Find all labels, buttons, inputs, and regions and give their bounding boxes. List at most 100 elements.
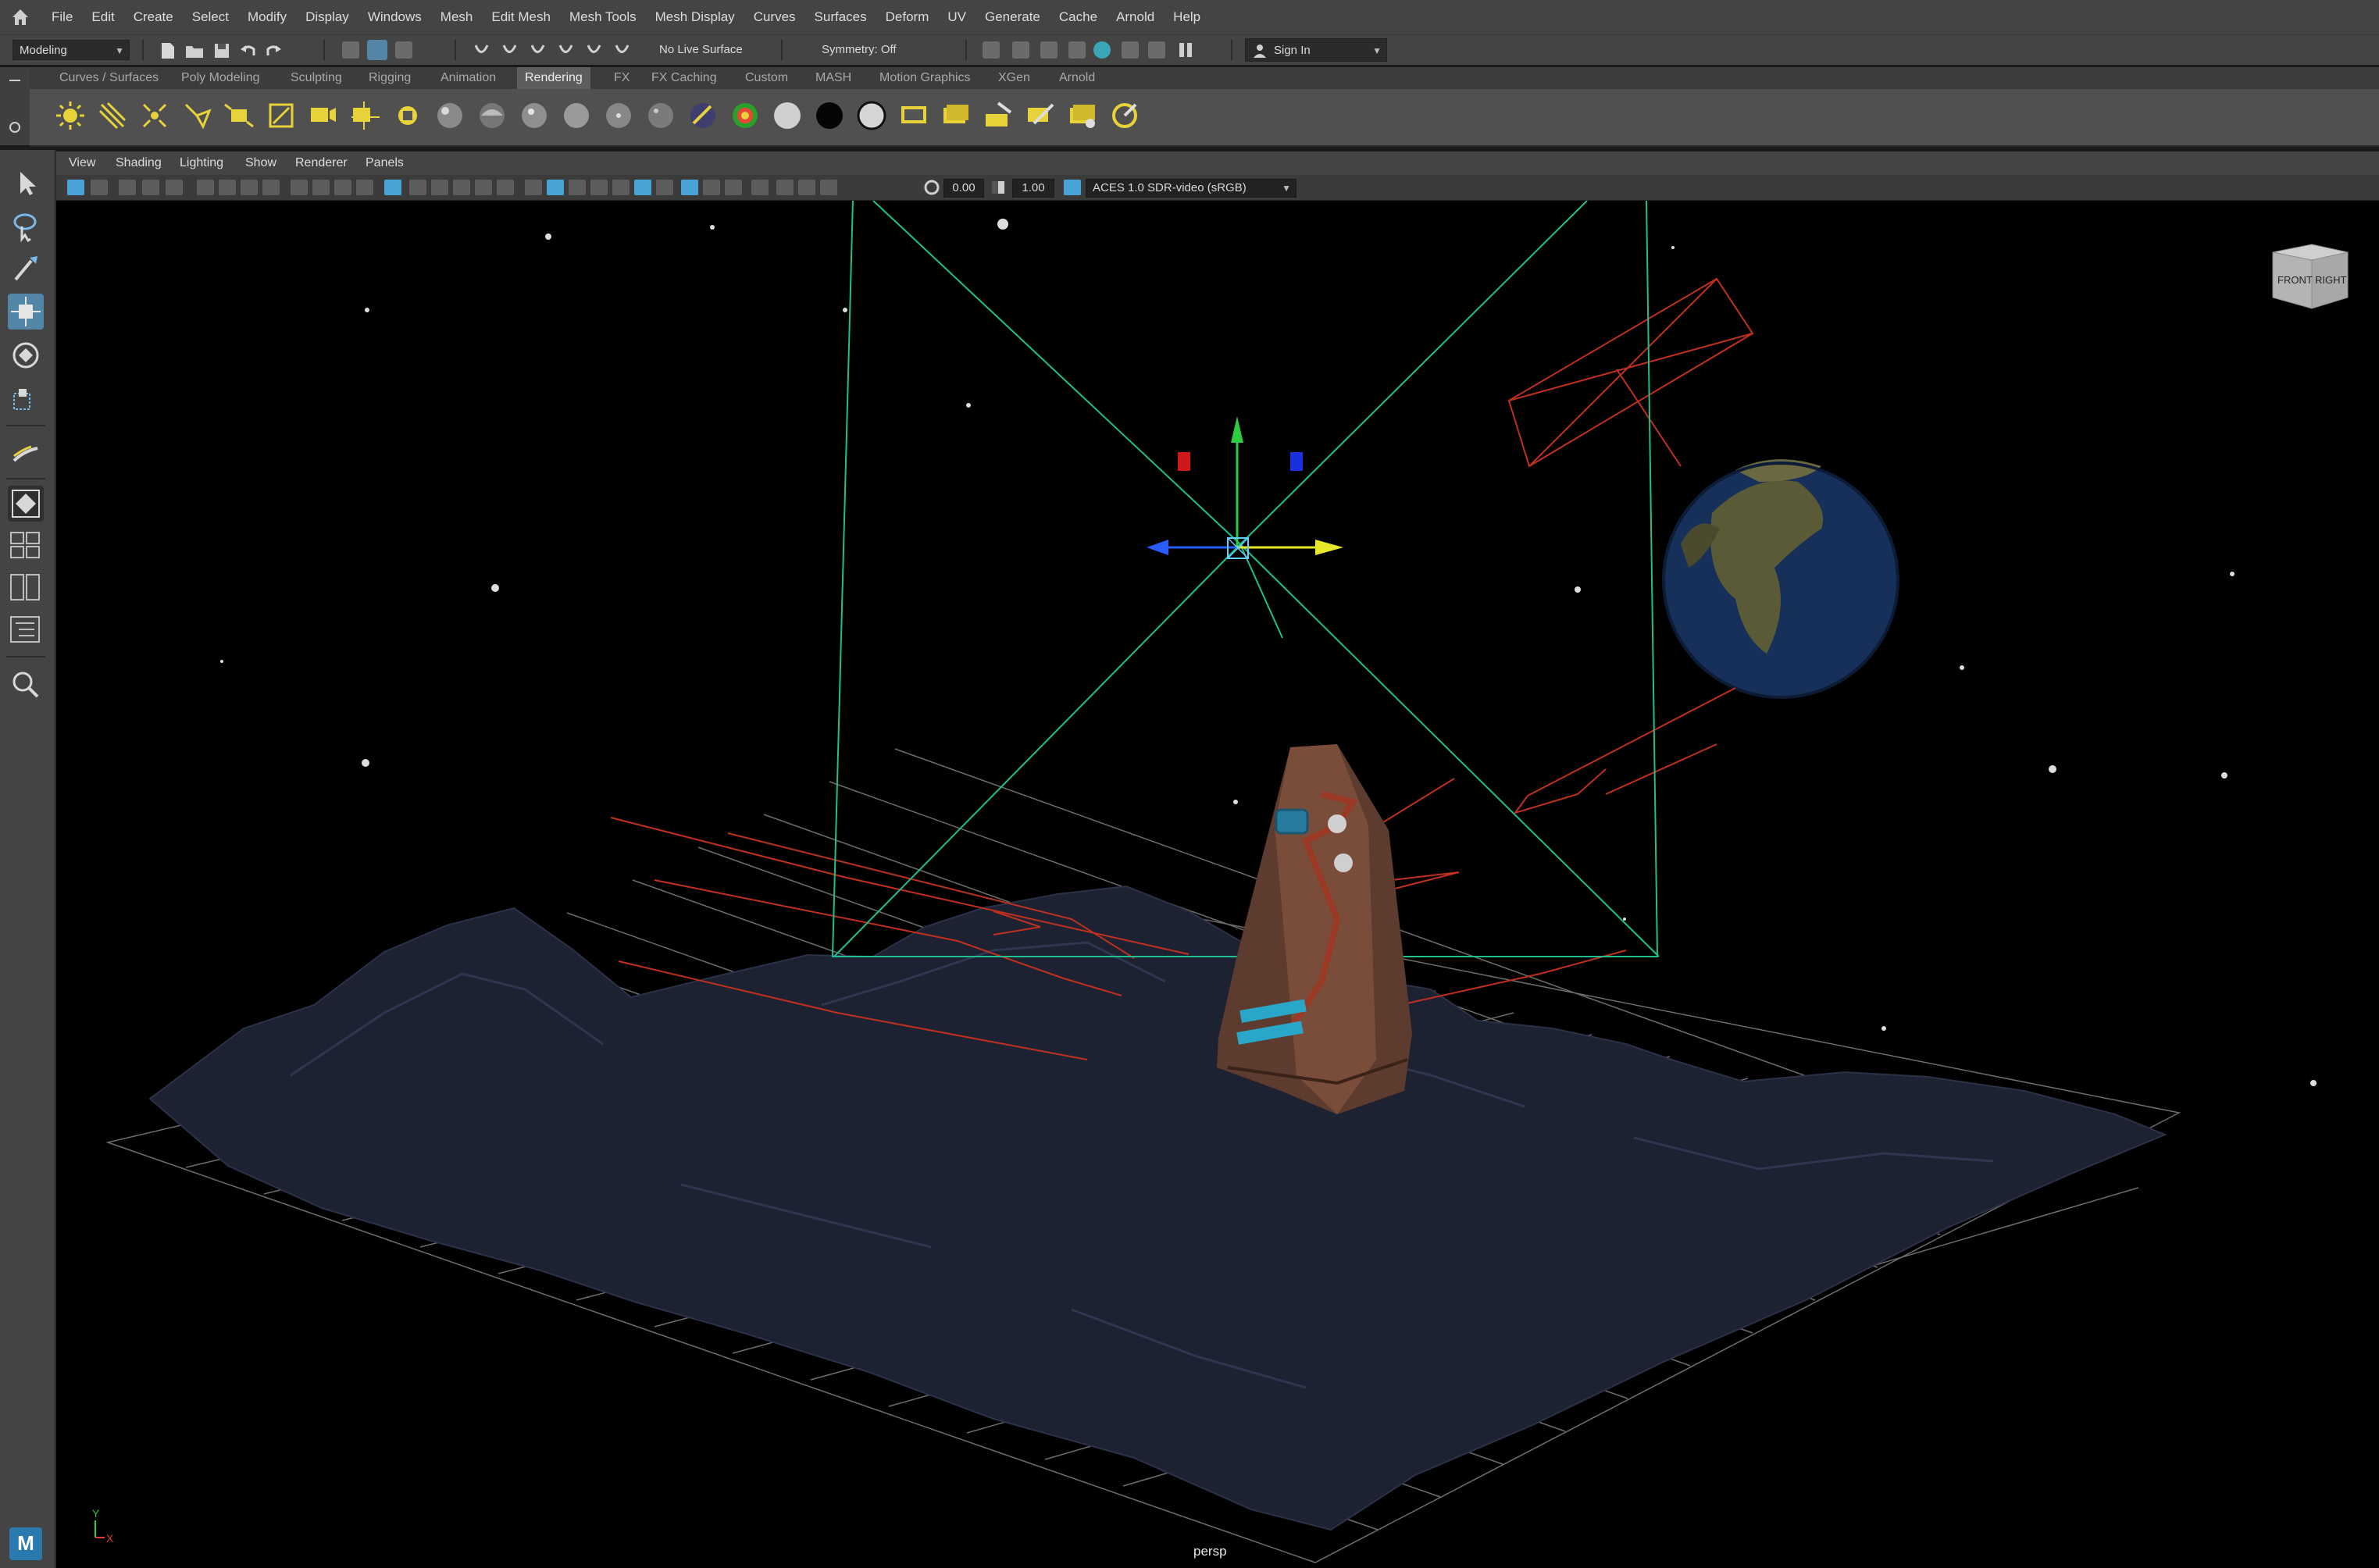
screen-space-ao-icon[interactable] xyxy=(798,180,815,195)
light-frustum[interactable] xyxy=(831,201,1660,957)
point-light-icon[interactable] xyxy=(139,100,170,131)
textured-icon[interactable] xyxy=(525,180,542,195)
menu-mesh-tools[interactable]: Mesh Tools xyxy=(560,9,646,25)
panel-menu-panels[interactable]: Panels xyxy=(366,151,404,175)
xray-joints-icon[interactable] xyxy=(703,180,720,195)
blinn-material-icon[interactable] xyxy=(434,100,465,131)
camera-attributes-icon[interactable] xyxy=(91,180,108,195)
tab-animation[interactable]: Animation xyxy=(433,67,504,89)
menu-windows[interactable]: Windows xyxy=(358,9,431,25)
bookmarks-icon[interactable] xyxy=(119,180,136,195)
lookdev-icon[interactable] xyxy=(1109,100,1140,131)
menu-uv[interactable]: UV xyxy=(938,9,975,25)
rotate-tool-icon[interactable] xyxy=(8,337,44,373)
select-object-icon[interactable] xyxy=(367,40,387,60)
menu-help[interactable]: Help xyxy=(1164,9,1210,25)
undo-icon[interactable] xyxy=(239,41,258,60)
safe-action-icon[interactable] xyxy=(356,180,373,195)
menu-generate[interactable]: Generate xyxy=(975,9,1050,25)
resolution-gate-icon[interactable] xyxy=(291,180,308,195)
menu-mesh-display[interactable]: Mesh Display xyxy=(646,9,744,25)
render-settings-icon[interactable] xyxy=(1068,41,1086,59)
wireframe-on-shaded-icon[interactable] xyxy=(475,180,492,195)
camera-icon[interactable] xyxy=(197,180,214,195)
lasso-tool-icon[interactable] xyxy=(8,208,44,244)
depth-of-field-icon[interactable] xyxy=(656,180,673,195)
save-scene-icon[interactable] xyxy=(212,41,231,60)
white-material-icon[interactable] xyxy=(772,100,803,131)
use-all-lights-icon[interactable] xyxy=(547,180,564,195)
gamma-field[interactable]: 1.00 xyxy=(1012,179,1054,198)
select-tool-icon[interactable] xyxy=(8,166,44,201)
ambient-light-icon[interactable] xyxy=(55,100,86,131)
side-by-side-layout-icon[interactable] xyxy=(8,570,44,606)
menu-create[interactable]: Create xyxy=(124,9,183,25)
tab-sculpting[interactable]: Sculpting xyxy=(283,67,350,89)
new-scene-icon[interactable] xyxy=(159,41,177,60)
terrain-mesh[interactable] xyxy=(148,885,2167,1531)
black-material-icon[interactable] xyxy=(814,100,845,131)
directional-light-icon[interactable] xyxy=(97,100,128,131)
earth-sphere[interactable] xyxy=(1662,459,1899,699)
view-transform-dropdown[interactable]: ACES 1.0 SDR-video (sRGB) ▼ xyxy=(1086,179,1297,198)
phonge-material-icon[interactable] xyxy=(561,100,592,131)
four-view-layout-icon[interactable] xyxy=(8,528,44,564)
snap-live-icon[interactable] xyxy=(584,41,603,60)
menu-display[interactable]: Display xyxy=(296,9,358,25)
view-cube-front[interactable]: FRONT xyxy=(2277,274,2313,286)
single-perspective-layout-icon[interactable] xyxy=(8,486,44,522)
render-sequence-icon[interactable] xyxy=(1012,41,1029,59)
tab-fx[interactable]: FX xyxy=(606,67,637,89)
panel-menu-view[interactable]: View xyxy=(69,151,95,175)
ambient-occlusion-icon[interactable] xyxy=(590,180,608,195)
menu-mesh[interactable]: Mesh xyxy=(431,9,483,25)
menuset-dropdown[interactable]: Modeling ▼ xyxy=(12,40,130,60)
tab-rigging[interactable]: Rigging xyxy=(361,67,419,89)
hypershade-icon[interactable] xyxy=(1093,41,1111,59)
anisotropic-material-icon[interactable] xyxy=(603,100,634,131)
xray-icon[interactable] xyxy=(497,180,514,195)
outliner-layout-icon[interactable] xyxy=(8,612,44,648)
camera-aim-icon[interactable] xyxy=(350,100,381,131)
panel-menu-lighting[interactable]: Lighting xyxy=(180,151,223,175)
sign-in-dropdown[interactable]: Sign In ▼ xyxy=(1245,38,1387,62)
spot-light-icon[interactable] xyxy=(181,100,212,131)
xray-active-icon[interactable] xyxy=(725,180,742,195)
open-scene-icon[interactable] xyxy=(184,41,205,60)
tab-poly-modeling[interactable]: Poly Modeling xyxy=(173,67,268,89)
image-plane-icon[interactable] xyxy=(142,180,159,195)
motion-blur-icon[interactable] xyxy=(612,180,630,195)
menu-file[interactable]: File xyxy=(42,9,82,25)
isolate-select-icon[interactable] xyxy=(681,180,698,195)
snap-magnet-icon[interactable] xyxy=(612,41,631,60)
panel-menu-show[interactable]: Show xyxy=(245,151,276,175)
layered-shader-icon[interactable] xyxy=(645,100,676,131)
gate-mask-icon[interactable] xyxy=(312,180,330,195)
render-sequence-shelf-icon[interactable] xyxy=(940,100,972,131)
live-surface-field[interactable]: No Live Surface xyxy=(653,40,770,60)
default-material-icon[interactable] xyxy=(453,180,470,195)
white-material-outline-icon[interactable] xyxy=(856,100,887,131)
batch-render-icon[interactable] xyxy=(1067,100,1098,131)
pause-icon[interactable] xyxy=(1179,43,1184,57)
paint-select-tool-icon[interactable] xyxy=(8,250,44,286)
surface-shader-icon[interactable] xyxy=(729,100,761,131)
monolith-object[interactable] xyxy=(1217,744,1412,1114)
snap-point-icon[interactable] xyxy=(528,41,547,60)
menu-cache[interactable]: Cache xyxy=(1050,9,1107,25)
panel-menu-shading[interactable]: Shading xyxy=(116,151,162,175)
grid-icon[interactable] xyxy=(384,180,401,195)
ipr-render-icon[interactable] xyxy=(1040,41,1058,59)
phong-material-icon[interactable] xyxy=(519,100,550,131)
menu-surfaces[interactable]: Surfaces xyxy=(805,9,876,25)
select-camera-icon[interactable] xyxy=(67,180,84,195)
snap-curve-icon[interactable] xyxy=(500,41,519,60)
scale-tool-icon[interactable] xyxy=(8,381,44,417)
2d-pan-zoom-icon[interactable] xyxy=(166,180,183,195)
tab-mash[interactable]: MASH xyxy=(808,67,859,89)
exposure-field[interactable]: 0.00 xyxy=(943,179,984,198)
symmetry-dropdown[interactable]: Symmetry: Off xyxy=(815,40,933,60)
snap-view-plane-icon[interactable] xyxy=(556,41,575,60)
hud-icon[interactable] xyxy=(776,180,794,195)
move-manipulator[interactable] xyxy=(1147,416,1343,559)
